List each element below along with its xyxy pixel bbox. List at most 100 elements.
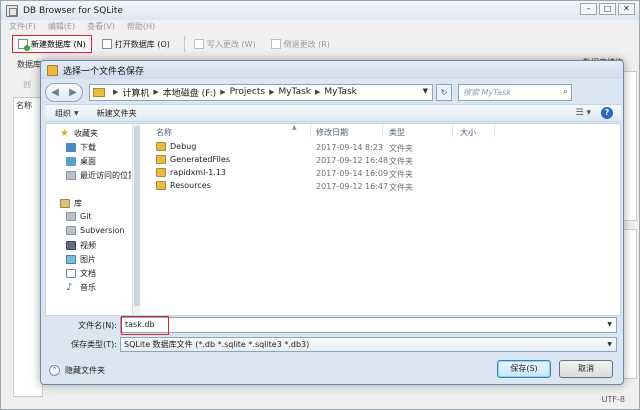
new-database-button[interactable]: 新建数据库 (N) — [12, 35, 92, 53]
new-database-icon — [18, 39, 30, 51]
recent-places-icon — [66, 171, 76, 180]
column-header-size[interactable]: 大小 — [460, 127, 476, 138]
dialog-title: 选择一个文件名保存 — [63, 66, 145, 77]
chevron-down-icon[interactable]: ▼ — [423, 87, 428, 95]
left-panel-create[interactable]: 创 — [23, 79, 31, 90]
column-header-name[interactable]: 名称 — [156, 127, 172, 138]
dialog-folder-icon — [47, 64, 58, 76]
filename-area: 文件名(N): task.db ▼ 保存类型(T): SQLite 数据库文件 … — [45, 316, 621, 357]
save-dialog: 选择一个文件名保存 ◀ ▶ ▶ 计算机 ▶ 本地磁盘 (F:) ▶ Projec… — [40, 60, 624, 385]
app-title: DB Browser for SQLite — [23, 5, 123, 16]
chevron-right-icon: ▶ — [314, 88, 321, 96]
filename-label: 文件名(N): — [78, 321, 117, 330]
file-row[interactable]: GeneratedFiles 2017-09-12 16:48 文件夹 — [142, 154, 620, 167]
chevron-down-icon[interactable]: ▼ — [607, 318, 612, 332]
left-panel-col-header: 名称 — [16, 101, 32, 110]
music-icon: ♪ — [66, 282, 73, 293]
filetype-select[interactable]: SQLite 数据库文件 (*.db *.sqlite *.sqlite3 *.… — [120, 337, 617, 352]
window-controls: – □ ✕ — [580, 3, 635, 15]
nav-item-subversion[interactable]: Subversion — [66, 226, 125, 235]
downloads-icon — [66, 143, 76, 152]
breadcrumb-drive[interactable]: 本地磁盘 (F:) — [163, 86, 216, 99]
menu-edit[interactable]: 编辑(E) — [48, 20, 75, 33]
hide-folders-toggle[interactable]: ⌃ 隐藏文件夹 — [49, 365, 105, 376]
open-database-icon — [101, 39, 112, 49]
column-separator[interactable] — [310, 125, 311, 137]
address-row: ◀ ▶ ▶ 计算机 ▶ 本地磁盘 (F:) ▶ Projects ▶ MyTas… — [45, 81, 621, 103]
revert-changes-icon — [270, 39, 281, 49]
left-panel-tab[interactable]: 数据库 — [17, 59, 41, 70]
file-row[interactable]: Resources 2017-09-12 16:47 文件夹 — [142, 180, 620, 193]
app-toolbar: 新建数据库 (N) 打开数据库 (O) 写入更改 (W) 倒退更改 (R) — [1, 33, 639, 55]
nav-item-recent[interactable]: 最近访问的位置 — [66, 170, 131, 181]
folder-icon — [156, 181, 166, 190]
app-titlebar: DB Browser for SQLite – □ ✕ — [1, 1, 639, 20]
encoding-label: UTF-8 — [601, 395, 625, 404]
nav-libraries[interactable]: 库 — [60, 198, 82, 209]
back-arrow-icon[interactable]: ◀ — [51, 87, 59, 98]
toolbar-separator — [183, 36, 185, 52]
column-separator[interactable] — [494, 125, 495, 137]
nav-item-videos[interactable]: 视频 — [66, 240, 96, 251]
column-separator[interactable] — [452, 125, 453, 137]
chevron-right-icon: ▶ — [269, 88, 275, 96]
menu-view[interactable]: 查看(V) — [87, 20, 115, 33]
column-separator[interactable] — [382, 125, 383, 137]
folder-icon — [156, 168, 166, 177]
write-changes-button[interactable]: 写入更改 (W) — [189, 35, 261, 53]
minimize-button[interactable]: – — [580, 3, 597, 15]
git-library-icon — [66, 212, 76, 221]
filename-input[interactable]: task.db ▼ — [120, 316, 617, 335]
search-icon: ⌕ — [562, 86, 568, 97]
breadcrumb-mytask[interactable]: MyTask — [278, 87, 311, 97]
nav-item-downloads[interactable]: 下载 — [66, 142, 96, 153]
chevron-right-icon: ▶ — [113, 88, 119, 96]
nav-item-documents[interactable]: 文档 — [66, 268, 96, 279]
breadcrumb-computer[interactable]: 计算机 — [122, 86, 149, 99]
collapse-icon: ⌃ — [49, 365, 60, 376]
column-header-date[interactable]: 修改日期 — [316, 127, 348, 138]
address-folder-icon — [93, 87, 105, 97]
refresh-button[interactable]: ↻ — [436, 83, 452, 101]
search-input[interactable]: 搜索 MyTask ⌕ — [458, 83, 572, 101]
help-icon[interactable]: ? — [601, 107, 613, 119]
menu-file[interactable]: 文件(F) — [9, 20, 36, 33]
new-folder-button[interactable]: 新建文件夹 — [97, 108, 137, 119]
subversion-library-icon — [66, 226, 76, 235]
folder-icon — [156, 155, 166, 164]
video-icon — [66, 241, 76, 250]
file-row[interactable]: Debug 2017-09-14 8:23 文件夹 — [142, 141, 620, 154]
navigation-scrollbar[interactable] — [132, 124, 140, 315]
chevron-right-icon: ▶ — [220, 88, 226, 96]
close-button[interactable]: ✕ — [618, 3, 635, 15]
back-forward-buttons: ◀ ▶ — [45, 82, 83, 102]
nav-item-pictures[interactable]: 图片 — [66, 254, 96, 265]
menu-bar: 文件(F) 编辑(E) 查看(V) 帮助(H) — [1, 20, 639, 33]
nav-item-git[interactable]: Git — [66, 212, 92, 221]
menu-help[interactable]: 帮助(H) — [127, 20, 155, 33]
sort-caret-icon: ▲ — [292, 124, 297, 131]
revert-changes-button[interactable]: 倒退更改 (R) — [266, 35, 335, 53]
forward-arrow-icon[interactable]: ▶ — [69, 87, 77, 98]
maximize-button[interactable]: □ — [599, 3, 616, 15]
view-options-icon[interactable]: ☰ ▾ — [576, 108, 591, 118]
breadcrumb-projects[interactable]: Projects — [230, 87, 265, 97]
nav-item-desktop[interactable]: 桌面 — [66, 156, 96, 167]
app-left-panel: 数据库 创 名称 — [9, 57, 43, 397]
nav-item-music[interactable]: ♪ 音乐 — [66, 282, 96, 293]
left-panel-table: 名称 — [13, 97, 43, 397]
library-icon — [60, 199, 70, 208]
file-row[interactable]: rapidxml-1.13 2017-09-14 16:09 文件夹 — [142, 167, 620, 180]
scrollbar-thumb[interactable] — [134, 126, 140, 306]
cancel-button[interactable]: 取消 — [559, 360, 613, 378]
filetype-label: 保存类型(T): — [71, 340, 117, 349]
save-button[interactable]: 保存(S) — [497, 360, 551, 378]
organize-button[interactable]: 组织 ▼ — [55, 108, 79, 119]
chevron-down-icon: ▼ — [74, 109, 79, 117]
nav-favorites[interactable]: ★ 收藏夹 — [60, 128, 98, 139]
navigation-pane: ★ 收藏夹 下载 桌面 最近访问的位置 库 Git Subversion 视频 … — [46, 124, 131, 315]
breadcrumb-mytask-current[interactable]: MyTask — [324, 87, 357, 97]
open-database-button[interactable]: 打开数据库 (O) — [97, 35, 175, 53]
address-bar[interactable]: ▶ 计算机 ▶ 本地磁盘 (F:) ▶ Projects ▶ MyTask ▶ … — [89, 83, 433, 101]
column-header-type[interactable]: 类型 — [389, 127, 405, 138]
